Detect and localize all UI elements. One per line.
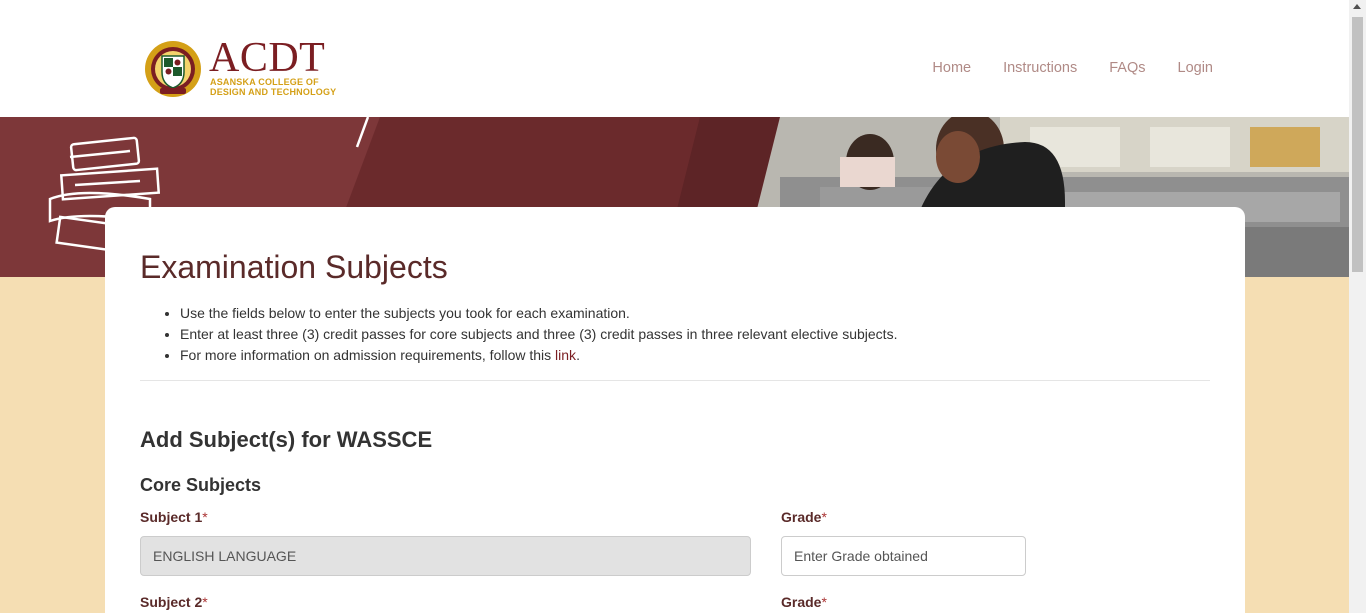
core-subjects-title: Core Subjects — [140, 475, 262, 495]
top-header: ACDT ASANSKA COLLEGE OF DESIGN AND TECHN… — [0, 0, 1349, 117]
subject1-field[interactable]: ENGLISH LANGUAGE — [140, 536, 751, 576]
scrollbar-thumb[interactable] — [1352, 17, 1363, 272]
grade1-label-text: Grade — [781, 509, 822, 525]
grade1-label: Grade* — [781, 509, 827, 525]
grade2-label: Grade* — [781, 594, 827, 610]
nav-instructions[interactable]: Instructions — [1003, 60, 1077, 76]
instruction-text: For more information on admission requir… — [180, 347, 556, 363]
main-nav: Home Instructions FAQs Login — [932, 60, 1213, 76]
subject2-label: Subject 2* — [140, 594, 208, 610]
page-scrollbar[interactable] — [1349, 0, 1366, 613]
instruction-item: Enter at least three (3) credit passes f… — [180, 324, 897, 345]
logo-subtitle: ASANSKA COLLEGE OF DESIGN AND TECHNOLOGY — [210, 77, 336, 97]
grade1-input[interactable] — [781, 536, 1026, 576]
grade2-label-text: Grade — [781, 594, 822, 610]
college-logo[interactable]: ACDT ASANSKA COLLEGE OF DESIGN AND TECHN… — [143, 36, 348, 102]
required-mark: * — [821, 594, 827, 610]
main-card: Examination Subjects Use the fields belo… — [105, 207, 1245, 613]
required-mark: * — [202, 509, 208, 525]
logo-subtitle-line2: DESIGN AND TECHNOLOGY — [210, 87, 337, 97]
page-title: Examination Subjects — [140, 249, 448, 285]
nav-faqs[interactable]: FAQs — [1109, 60, 1145, 76]
logo-title: ACDT — [209, 35, 326, 81]
subject1-label: Subject 1* — [140, 509, 208, 525]
admission-requirements-link[interactable]: link — [555, 347, 576, 363]
instruction-period: . — [576, 347, 580, 363]
required-mark: * — [202, 594, 208, 610]
instruction-item: For more information on admission requir… — [180, 345, 897, 366]
instruction-item: Use the fields below to enter the subjec… — [180, 303, 897, 324]
college-crest-icon — [145, 41, 201, 97]
section-title: Add Subject(s) for WASSCE — [140, 427, 433, 452]
divider — [140, 380, 1210, 381]
instructions-list: Use the fields below to enter the subjec… — [180, 303, 897, 366]
required-mark: * — [821, 509, 827, 525]
subject2-label-text: Subject 2 — [140, 594, 203, 610]
subject1-label-text: Subject 1 — [140, 509, 203, 525]
nav-home[interactable]: Home — [932, 60, 971, 76]
scroll-up-arrow-icon[interactable] — [1353, 4, 1361, 9]
logo-subtitle-line1: ASANSKA COLLEGE OF — [210, 77, 319, 87]
nav-login[interactable]: Login — [1178, 60, 1213, 76]
